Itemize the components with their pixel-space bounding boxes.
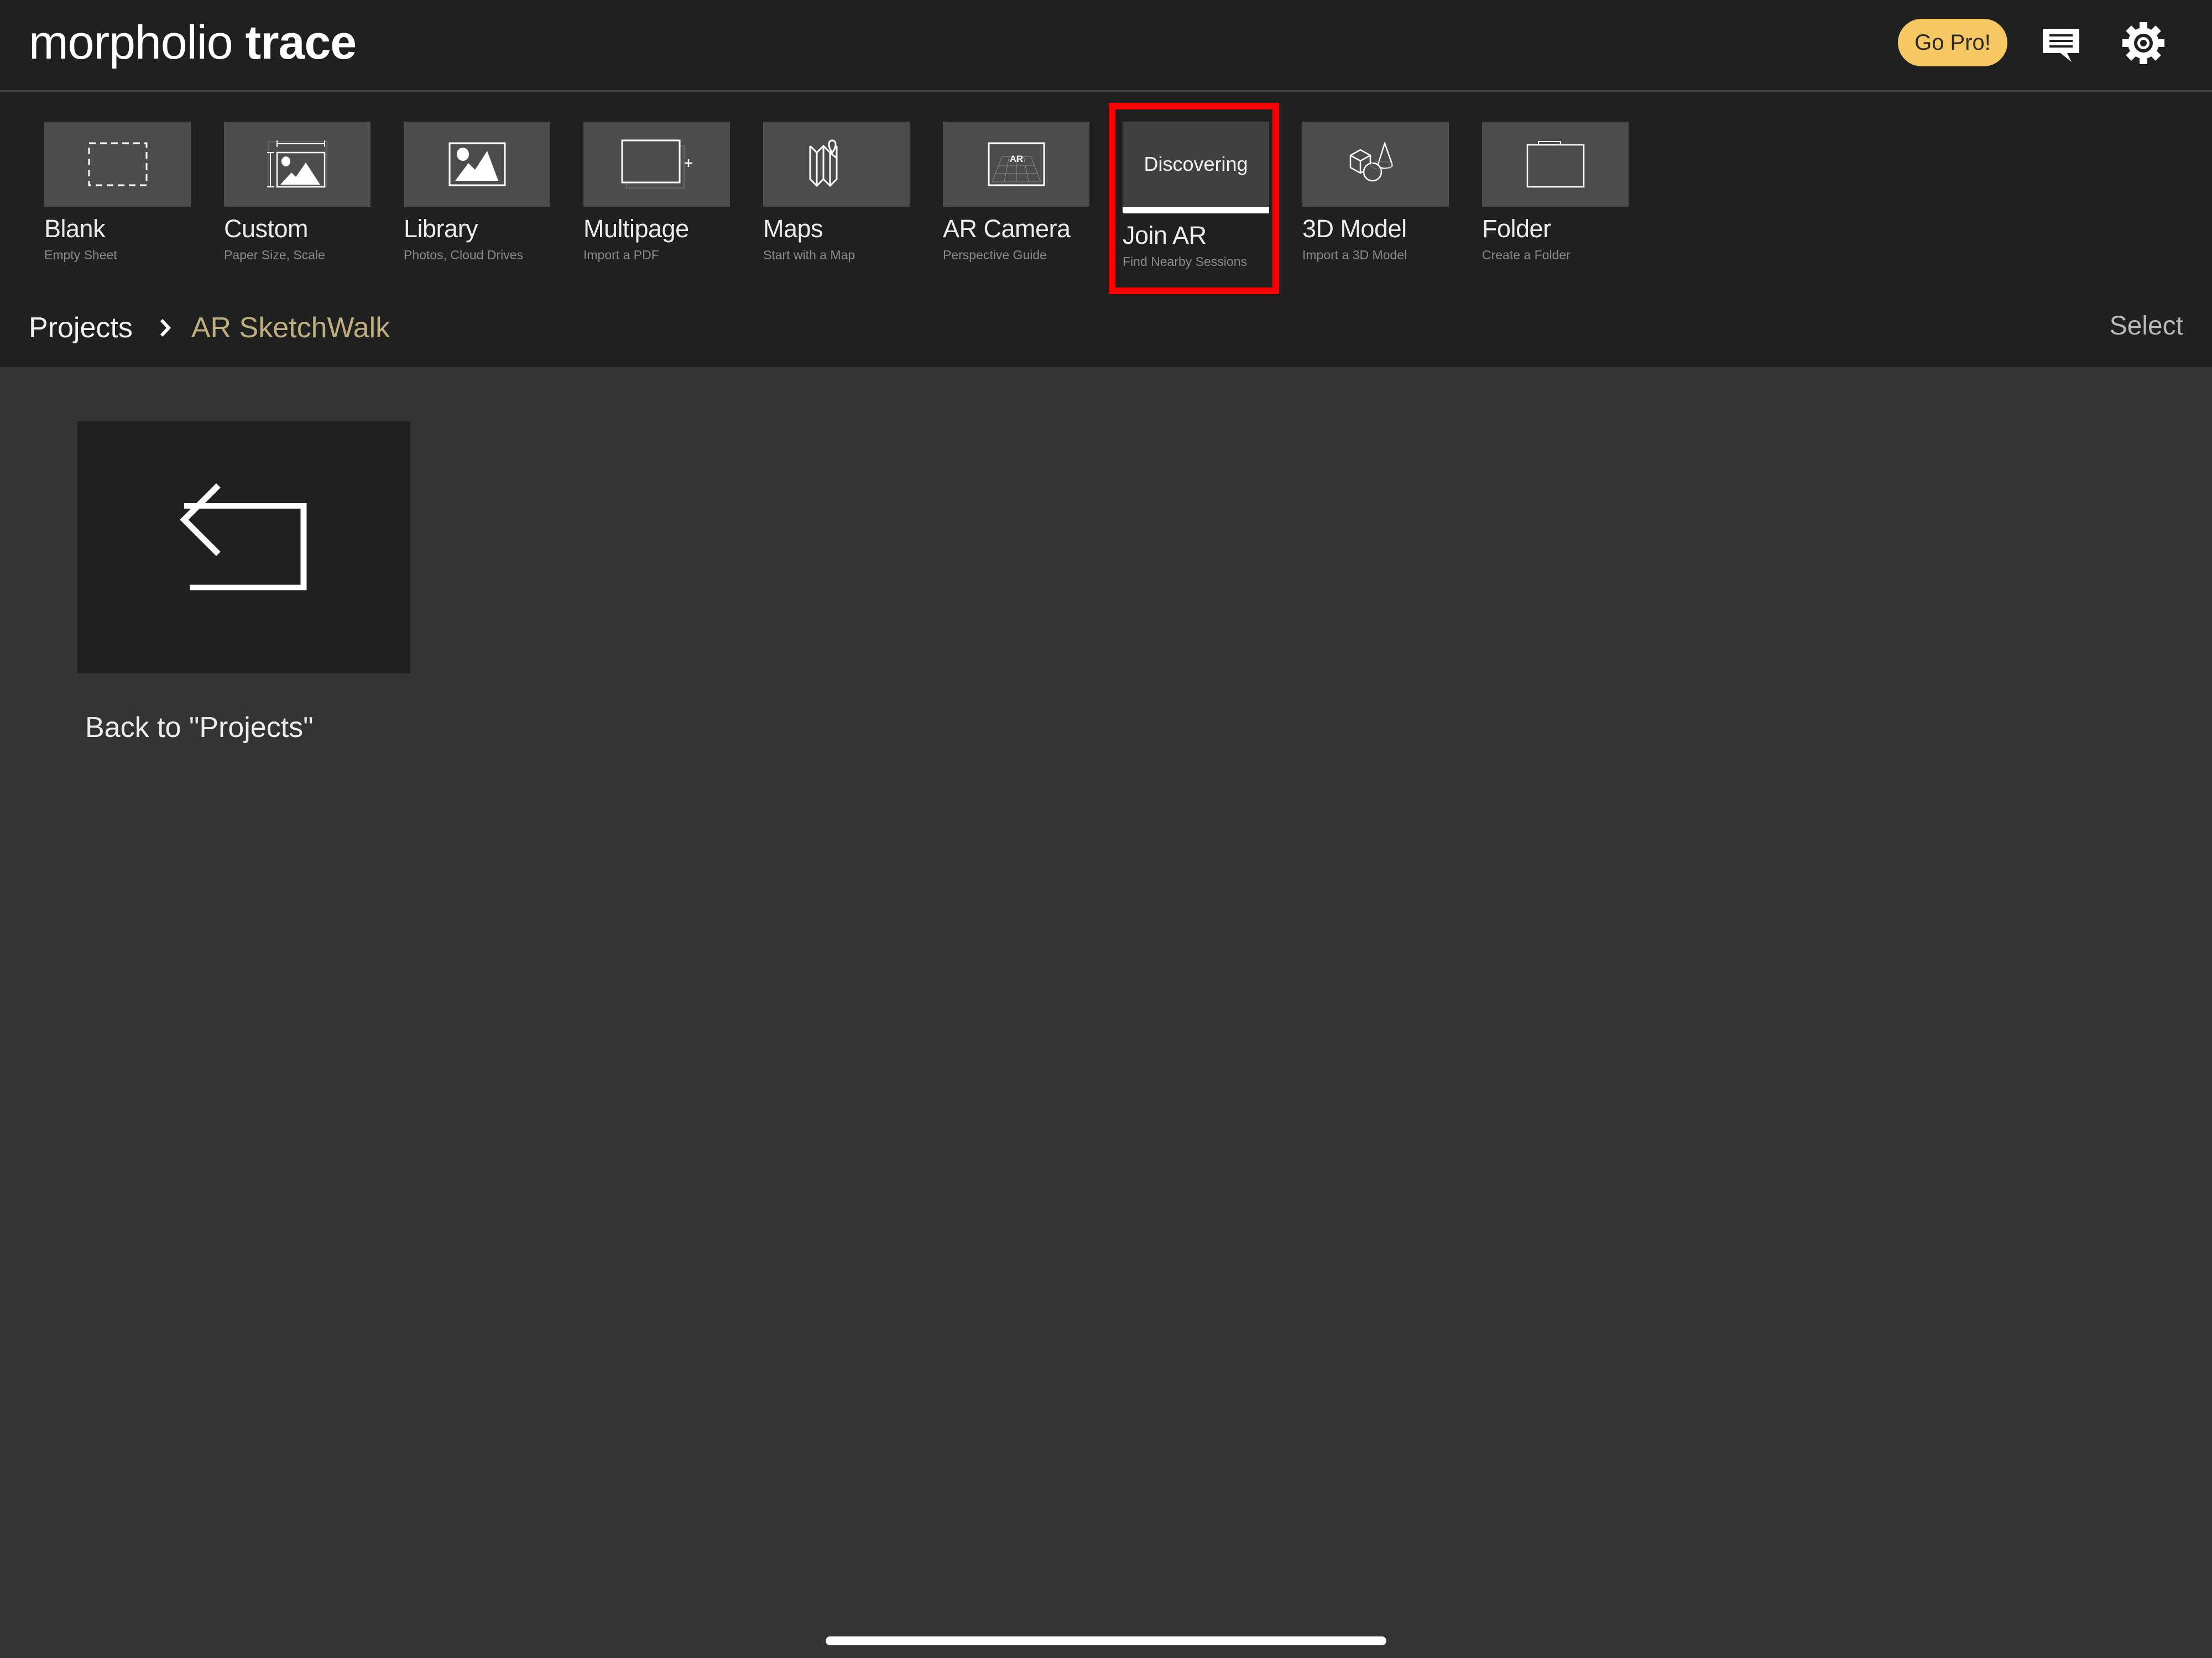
tile-label: AR Camera <box>943 215 1071 243</box>
tile-subtitle: Import a PDF <box>583 248 659 262</box>
tile-multipage[interactable]: Multipage Import a PDF <box>583 122 730 263</box>
project-content: Back to "Projects" <box>0 367 2212 1658</box>
tile-thumbnail <box>44 122 191 207</box>
tile-thumbnail <box>763 122 910 207</box>
tile-subtitle: Find Nearby Sessions <box>1123 254 1247 269</box>
return-arrow-icon <box>180 483 307 590</box>
tile-maps[interactable]: Maps Start with a Map <box>763 122 910 263</box>
dashed-rectangle-icon <box>88 142 147 186</box>
tile-thumbnail: Discovering <box>1123 122 1269 213</box>
tile-thumbnail <box>1482 122 1629 207</box>
discovery-progress-bar <box>1123 207 1269 213</box>
top-bar: morpholio trace Go Pro! <box>0 0 2212 92</box>
tile-subtitle: Empty Sheet <box>44 248 117 262</box>
tile-subtitle: Perspective Guide <box>943 248 1047 262</box>
breadcrumb-projects-link[interactable]: Projects <box>29 311 133 344</box>
settings-button[interactable] <box>2121 21 2166 65</box>
chevron-right-icon <box>159 318 171 338</box>
chat-bubble-icon <box>2043 29 2079 62</box>
back-card-thumbnail <box>77 421 410 673</box>
tile-label: Maps <box>763 215 823 243</box>
tile-label: Custom <box>224 215 309 243</box>
image-icon <box>448 142 505 186</box>
logo-light-text: morpholio <box>29 16 233 69</box>
tile-subtitle: Photos, Cloud Drives <box>404 248 524 262</box>
feedback-button[interactable] <box>2042 28 2080 63</box>
logo-bold-text: trace <box>245 16 357 69</box>
app-logo: morpholio trace <box>29 15 357 70</box>
back-card-caption: Back to "Projects" <box>85 712 314 744</box>
tile-thumbnail: AR <box>943 122 1089 207</box>
discovering-status: Discovering <box>1144 153 1248 175</box>
ar-grid-icon: AR <box>988 142 1045 186</box>
tile-custom[interactable]: Custom Paper Size, Scale <box>224 122 371 263</box>
tile-3d-model[interactable]: 3D Model Import a 3D Model <box>1302 122 1449 263</box>
new-sheet-toolbar: Blank Empty Sheet Custom Paper Size, Sca… <box>0 92 2212 367</box>
multipage-icon <box>621 139 692 189</box>
tile-thumbnail <box>1302 122 1449 207</box>
back-to-projects-card[interactable]: Back to "Projects" <box>77 421 410 744</box>
3d-shapes-icon <box>1349 142 1393 182</box>
tile-label: Multipage <box>583 215 689 243</box>
tile-ar-camera[interactable]: AR AR Camera Perspective Guide <box>943 122 1089 263</box>
tile-blank[interactable]: Blank Empty Sheet <box>44 122 191 263</box>
go-pro-button[interactable]: Go Pro! <box>1898 19 2007 66</box>
tile-subtitle: Paper Size, Scale <box>224 248 325 262</box>
tile-label: 3D Model <box>1302 215 1407 243</box>
folded-map-icon <box>809 139 837 187</box>
breadcrumb-current: AR SketchWalk <box>191 312 390 344</box>
tile-subtitle: Start with a Map <box>763 248 855 262</box>
breadcrumb: Projects AR SketchWalk <box>29 308 390 347</box>
tile-subtitle: Import a 3D Model <box>1302 248 1407 262</box>
select-button[interactable]: Select <box>2110 311 2183 341</box>
tile-folder[interactable]: Folder Create a Folder <box>1482 122 1629 263</box>
tile-join-ar[interactable]: Discovering Join AR Find Nearby Sessions <box>1123 122 1269 269</box>
custom-size-image-icon <box>267 140 327 188</box>
ar-badge-text: AR <box>1009 154 1023 164</box>
gear-icon <box>2122 22 2164 64</box>
tile-label: Folder <box>1482 215 1551 243</box>
tile-thumbnail <box>224 122 371 207</box>
tile-label: Blank <box>44 215 106 243</box>
tile-library[interactable]: Library Photos, Cloud Drives <box>404 122 550 263</box>
tile-subtitle: Create a Folder <box>1482 248 1571 262</box>
folder-icon <box>1526 141 1584 188</box>
tile-thumbnail <box>404 122 550 207</box>
tile-label: Library <box>404 215 478 243</box>
home-indicator[interactable] <box>826 1636 1386 1645</box>
tile-label: Join AR <box>1123 221 1207 249</box>
tile-thumbnail <box>583 122 730 207</box>
